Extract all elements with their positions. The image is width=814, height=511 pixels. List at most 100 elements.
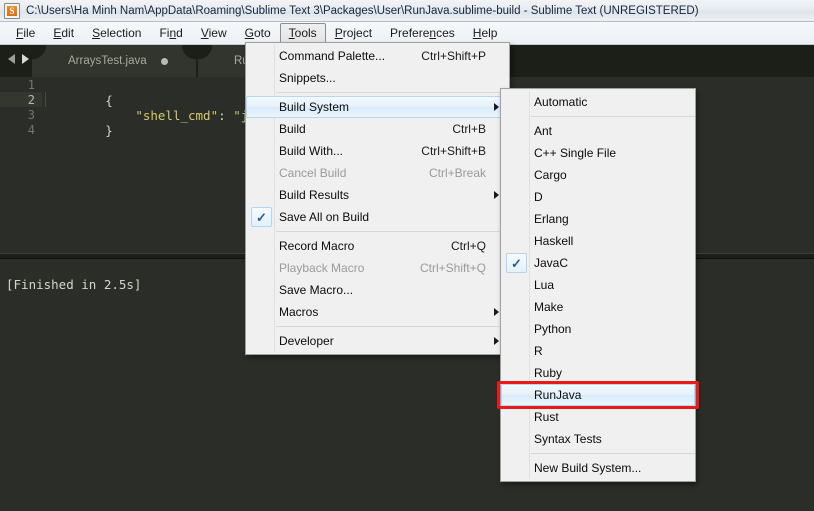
menu-separator <box>276 231 509 232</box>
menu-item-label: Build With... <box>279 144 344 158</box>
tools-menu-item-record-macro[interactable]: Record Macro Ctrl+Q <box>246 235 509 257</box>
menu-item-label: Automatic <box>534 95 588 109</box>
checkmark-icon: ✓ <box>251 207 272 227</box>
build-system-item-lua[interactable]: Lua <box>501 274 695 296</box>
accelerator-letter: E <box>53 25 62 40</box>
menu-item-label: Haskell <box>534 234 574 248</box>
build-system-item-syntax-tests[interactable]: Syntax Tests <box>501 428 695 450</box>
menubar-item-goto[interactable]: Goto <box>236 23 280 44</box>
build-system-item-python[interactable]: Python <box>501 318 695 340</box>
tools-menu-item-developer[interactable]: Developer <box>246 330 509 352</box>
menubar-item-edit[interactable]: Edit <box>44 23 83 44</box>
menubar-item-tools[interactable]: Tools <box>279 22 326 44</box>
tools-menu-item-build[interactable]: Build Ctrl+B <box>246 118 509 140</box>
tools-menu-item-build-results[interactable]: Build Results <box>246 184 509 206</box>
line-number: 2 <box>27 93 35 107</box>
menu-separator <box>276 326 509 327</box>
tools-menu-item-build-with[interactable]: Build With... Ctrl+Shift+B <box>246 140 509 162</box>
build-system-item-erlang[interactable]: Erlang <box>501 208 695 230</box>
menu-separator <box>531 116 695 117</box>
tools-menu-item-save-all-on-build[interactable]: ✓ Save All on Build <box>246 206 509 228</box>
menu-item-label: Macros <box>279 305 319 319</box>
tab-label: ArraysTest.java <box>68 55 147 67</box>
tools-menu-item-snippets[interactable]: Snippets... <box>246 67 509 89</box>
menubar-item-selection[interactable]: Selection <box>83 23 150 44</box>
tools-menu-item-save-macro[interactable]: Save Macro... <box>246 279 509 301</box>
build-system-item-runjava[interactable]: RunJava <box>501 384 695 406</box>
build-system-item-rust[interactable]: Rust <box>501 406 695 428</box>
menubar-item-help[interactable]: Help <box>464 23 507 44</box>
menu-item-label: Rust <box>534 410 559 424</box>
sublime-text-window: S C:\Users\Ha Minh Nam\AppData\Roaming\S… <box>0 0 814 511</box>
code-token-key: "shell_cmd" <box>135 108 219 123</box>
menu-separator <box>276 92 509 93</box>
menu-item-label: Ant <box>534 124 553 138</box>
accelerator-letter: n <box>429 25 437 40</box>
build-system-item-ant[interactable]: Ant <box>501 120 695 142</box>
submenu-arrow-icon <box>494 337 499 345</box>
build-system-item-r[interactable]: R <box>501 340 695 362</box>
menu-item-label: R <box>534 344 543 358</box>
accelerator-letter: n <box>169 25 177 40</box>
build-system-item-cargo[interactable]: Cargo <box>501 164 695 186</box>
menubar-item-file[interactable]: File <box>7 23 44 44</box>
menu-item-label: Make <box>534 300 564 314</box>
window-title: C:\Users\Ha Minh Nam\AppData\Roaming\Sub… <box>26 4 699 17</box>
tools-menu-item-macros[interactable]: Macros <box>246 301 509 323</box>
tab-dirty-indicator-icon <box>160 57 168 65</box>
menu-item-label: Python <box>534 322 572 336</box>
menubar-item-view[interactable]: View <box>192 23 236 44</box>
checkmark-icon: ✓ <box>506 253 527 273</box>
menu-item-label: Command Palette... <box>279 49 386 63</box>
code-line-3: } <box>45 108 113 153</box>
current-line-gutter-highlight <box>0 92 42 107</box>
sublime-text-icon: S <box>4 2 20 19</box>
tab-scroll-arrows[interactable] <box>8 54 29 64</box>
menu-item-shortcut: Ctrl+Shift+B <box>421 144 486 158</box>
tab-scroll-left-icon[interactable] <box>8 54 15 64</box>
tab-scroll-right-icon[interactable] <box>22 54 29 64</box>
menu-item-label: Cargo <box>534 168 567 182</box>
tools-menu-item-command-palette[interactable]: Command Palette... Ctrl+Shift+P <box>246 45 509 67</box>
menubar-item-preferences[interactable]: Preferences <box>381 23 464 44</box>
menu-item-shortcut: Ctrl+B <box>452 122 486 136</box>
menu-item-label: Build System <box>279 100 350 114</box>
line-number-gutter: 1 2 3 4 <box>0 77 42 253</box>
menu-item-label: Lua <box>534 278 555 292</box>
submenu-arrow-icon <box>494 103 499 111</box>
submenu-arrow-icon <box>494 191 499 199</box>
build-system-item-automatic[interactable]: Automatic <box>501 91 695 113</box>
accelerator-letter: T <box>288 25 295 40</box>
menu-item-shortcut: Ctrl+Q <box>450 239 486 253</box>
line-number: 4 <box>27 123 35 137</box>
tools-menu-item-playback-macro: Playback Macro Ctrl+Shift+Q <box>246 257 509 279</box>
menu-item-label: Record Macro <box>279 239 355 253</box>
menu-item-label: Save Macro... <box>279 283 354 297</box>
tools-menu-item-cancel-build: Cancel Build Ctrl+Break <box>246 162 509 184</box>
menu-item-label: D <box>534 190 543 204</box>
line-number: 3 <box>27 108 35 122</box>
menu-item-shortcut: Ctrl+Break <box>428 166 486 180</box>
menu-item-label: Save All on Build <box>279 210 370 224</box>
build-system-item-ruby[interactable]: Ruby <box>501 362 695 384</box>
build-system-item-c-single-file[interactable]: C++ Single File <box>501 142 695 164</box>
build-system-item-make[interactable]: Make <box>501 296 695 318</box>
build-system-submenu[interactable]: Automatic Ant C++ Single File Cargo D Erlang H… <box>500 88 696 482</box>
accelerator-letter: S <box>92 25 101 40</box>
build-system-item-haskell[interactable]: Haskell <box>501 230 695 252</box>
line-number: 1 <box>27 78 35 92</box>
accelerator-letter: V <box>200 25 209 40</box>
menu-separator <box>531 453 695 454</box>
menu-item-label: Cancel Build <box>279 166 347 180</box>
menubar-item-find[interactable]: Find <box>150 23 191 44</box>
menu-item-label: Build Results <box>279 188 350 202</box>
build-system-item-new-build-system[interactable]: New Build System... <box>501 457 695 479</box>
menu-item-label: Build <box>279 122 306 136</box>
tools-menu-item-build-system[interactable]: Build System <box>246 96 509 118</box>
build-system-item-javac[interactable]: ✓ JavaC <box>501 252 695 274</box>
code-token-colon: : <box>218 108 234 123</box>
tab-arraystest-java[interactable]: ArraysTest.java <box>32 45 196 77</box>
build-system-item-d[interactable]: D <box>501 186 695 208</box>
menubar-item-project[interactable]: Project <box>326 23 381 44</box>
tools-menu[interactable]: Command Palette... Ctrl+Shift+P Snippets..… <box>245 42 510 355</box>
